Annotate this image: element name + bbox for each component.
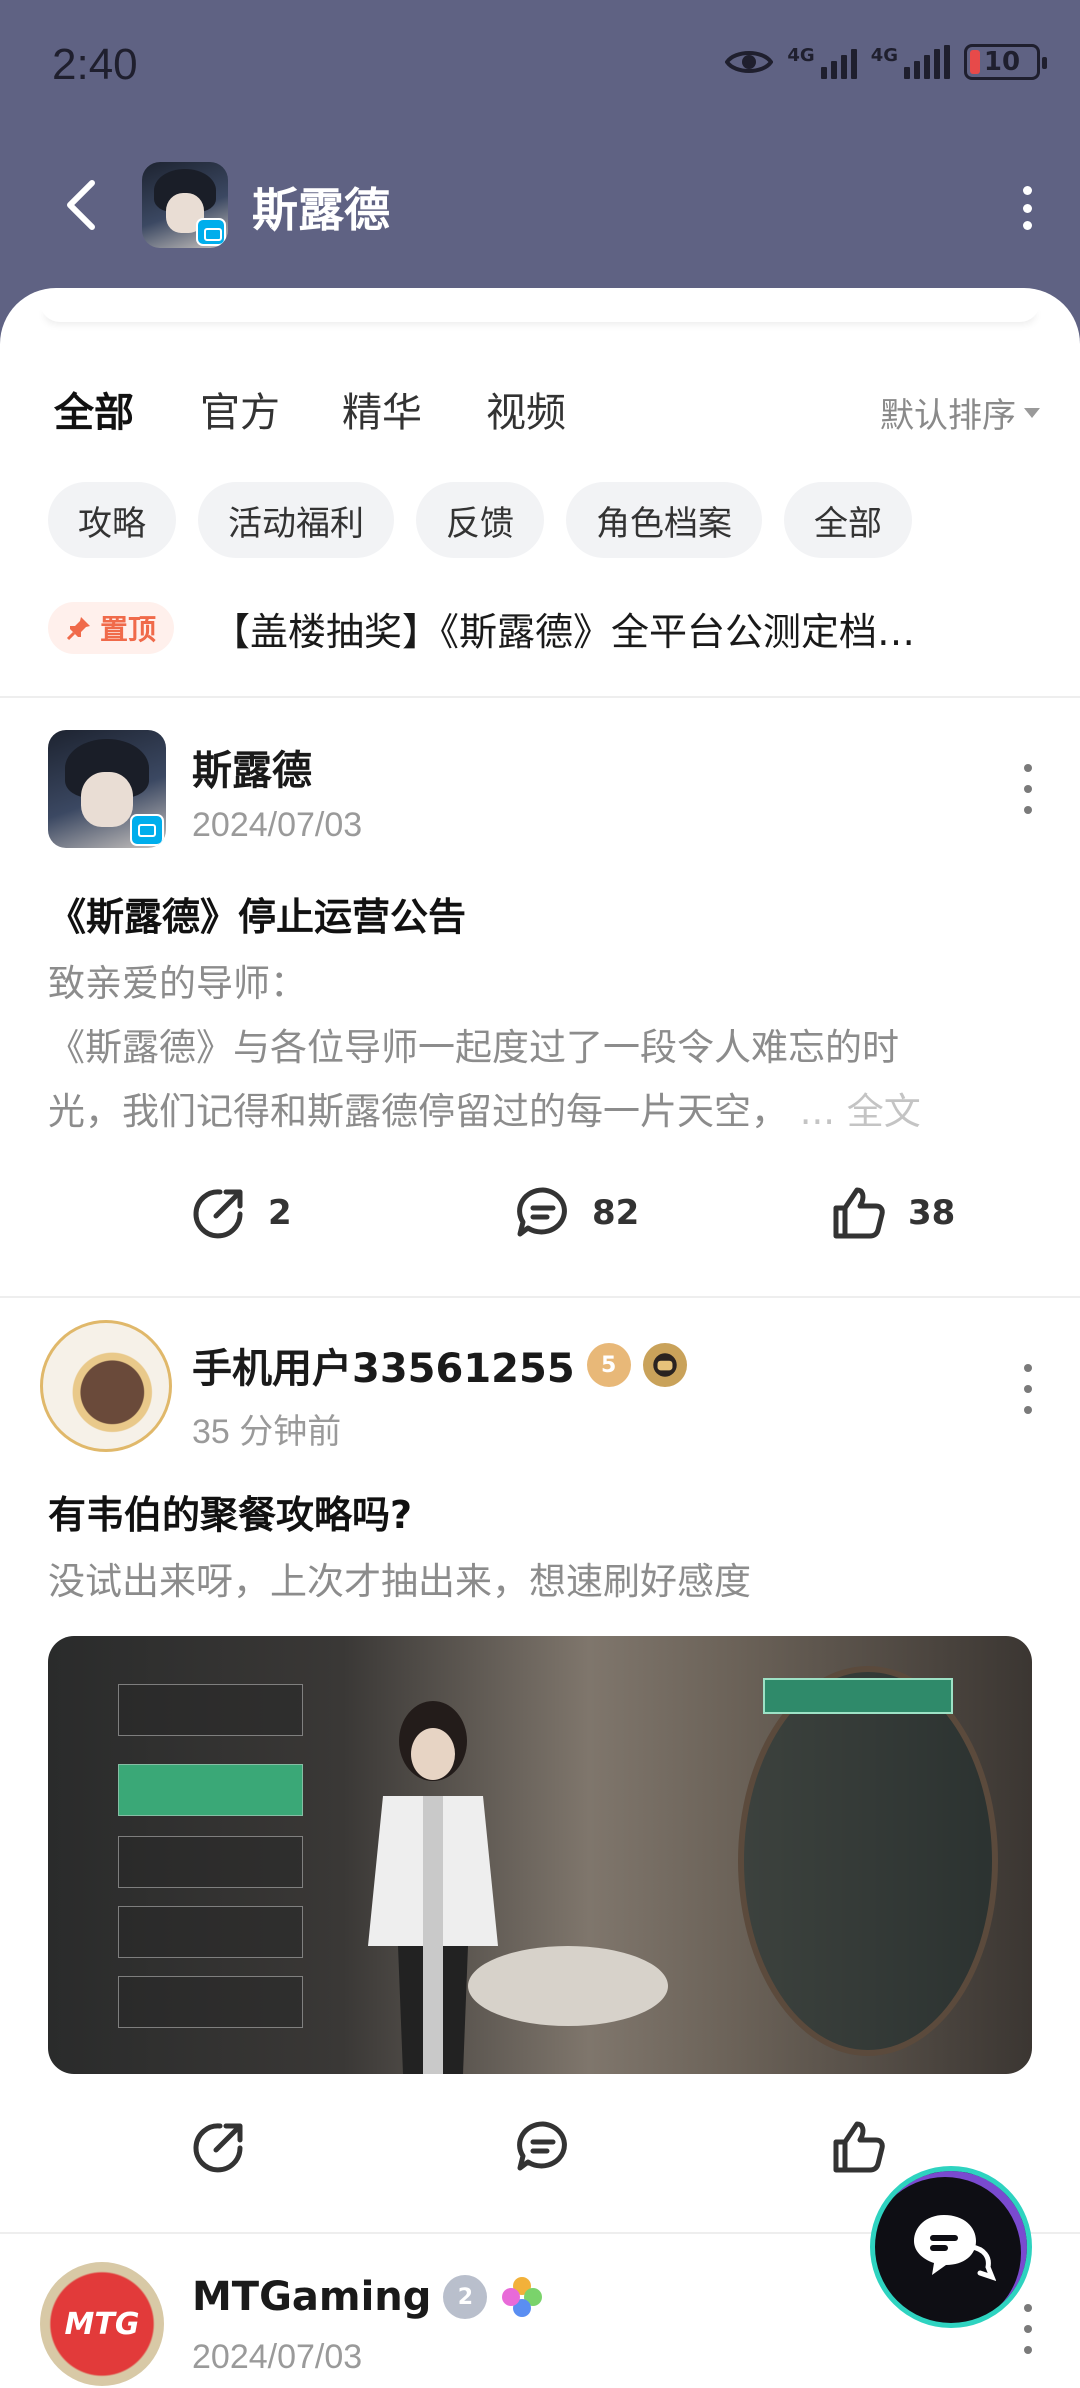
more-options-button[interactable] bbox=[1012, 180, 1042, 236]
caret-down-icon bbox=[1024, 407, 1040, 418]
level-number: 2 bbox=[457, 2284, 474, 2310]
like-count: 38 bbox=[908, 1193, 956, 1233]
author-name-text: 斯露德 bbox=[192, 748, 312, 794]
pinned-post[interactable]: 置顶 【盖楼抽奖】《斯露德》全平台公测定档… bbox=[48, 598, 1048, 658]
image-menu-row bbox=[118, 1976, 303, 2028]
read-more-link[interactable]: ... 全文 bbox=[800, 1090, 921, 1133]
level-badge: 5 bbox=[586, 1343, 631, 1387]
post-more-button[interactable] bbox=[1022, 2304, 1034, 2354]
post-body: 没试出来呀，上次才抽出来，想速刷好感度 bbox=[48, 1560, 751, 1603]
post-screenshot-image[interactable] bbox=[48, 1636, 1032, 2074]
post-more-button[interactable] bbox=[1022, 1364, 1034, 1414]
post-body-line: 光，我们记得和斯露德停留过的每一片天空， ... 全文 bbox=[48, 1090, 921, 1133]
post-divider bbox=[0, 1296, 1080, 1298]
chip-guide[interactable]: 攻略 bbox=[48, 482, 176, 558]
tab-official[interactable]: 官方 bbox=[200, 380, 280, 438]
status-time: 2:40 bbox=[52, 40, 138, 89]
avatar[interactable] bbox=[40, 1320, 172, 1452]
post-date: 2024/07/03 bbox=[192, 806, 363, 844]
chat-bubble-icon bbox=[914, 2215, 996, 2281]
author-name[interactable]: 斯露德 bbox=[192, 738, 312, 796]
pin-badge: 置顶 bbox=[48, 602, 175, 654]
post-body-line: 《斯露德》与各位导师一起度过了一段令人难忘的时 bbox=[48, 1026, 899, 1069]
author-name-text: MTGaming bbox=[192, 2274, 432, 2320]
game-medal-icon bbox=[642, 1343, 687, 1387]
pinned-title: 【盖楼抽奖】《斯露德》全平台公测定档… bbox=[212, 609, 916, 654]
chip-feedback[interactable]: 反馈 bbox=[416, 482, 544, 558]
chat-fab-button[interactable] bbox=[870, 2166, 1032, 2328]
clover-icon bbox=[502, 2277, 543, 2317]
pin-label: 置顶 bbox=[100, 613, 157, 646]
avatar[interactable]: MTG bbox=[40, 2262, 164, 2386]
image-menu-row bbox=[118, 1684, 303, 1736]
post-more-button[interactable] bbox=[1022, 764, 1034, 814]
avatar[interactable] bbox=[48, 730, 166, 848]
author-name[interactable]: 手机用户33561255 5 bbox=[192, 1336, 687, 1394]
section-divider bbox=[0, 696, 1080, 698]
share-icon bbox=[193, 2123, 243, 2173]
video-badge-icon bbox=[196, 218, 226, 246]
chevron-left-icon bbox=[67, 180, 95, 230]
top-nav: 斯露德 bbox=[0, 150, 1080, 260]
comment-icon bbox=[517, 1187, 567, 1237]
status-icons: 4G 4G 10 bbox=[725, 44, 1047, 80]
character-figure bbox=[368, 1701, 498, 2074]
battery-level: 10 bbox=[983, 47, 1021, 77]
post-body: 致亲爱的导师： 《斯露德》与各位导师一起度过了一段令人难忘的时 光，我们记得和斯… bbox=[48, 952, 1038, 1144]
image-green-button bbox=[763, 1678, 953, 1714]
back-button[interactable] bbox=[52, 175, 112, 235]
avatar-logo-text: MTG bbox=[64, 2306, 140, 2342]
chip-characters[interactable]: 角色档案 bbox=[566, 482, 762, 558]
post-title: 《斯露德》停止运营公告 bbox=[48, 895, 467, 939]
post-body-line: 致亲爱的导师： bbox=[48, 962, 307, 1005]
post-title: 有韦伯的聚餐攻略吗? bbox=[48, 1493, 413, 1537]
game-icon[interactable] bbox=[142, 162, 228, 248]
thumbs-up-icon bbox=[833, 1187, 885, 1239]
comment-button[interactable] bbox=[514, 2118, 572, 2176]
image-menu-row bbox=[118, 1836, 303, 1888]
level-badge: 2 bbox=[443, 2275, 488, 2319]
thumbs-up-icon bbox=[833, 2121, 885, 2173]
chip-all[interactable]: 全部 bbox=[784, 482, 912, 558]
sort-label: 默认排序 bbox=[880, 396, 1016, 436]
sort-dropdown[interactable]: 默认排序 bbox=[880, 388, 1040, 437]
comment-icon bbox=[517, 2121, 567, 2171]
tab-bar: 全部 官方 精华 视频 默认排序 bbox=[0, 380, 1080, 450]
signal-icon: 4G bbox=[787, 45, 857, 79]
category-chips: 攻略 活动福利 反馈 角色档案 全部 bbox=[48, 482, 912, 558]
tab-featured[interactable]: 精华 bbox=[342, 380, 422, 438]
signal-icon-2: 4G bbox=[871, 45, 950, 79]
share-button[interactable]: 2 bbox=[190, 1184, 292, 1242]
author-name-text: 手机用户33561255 bbox=[192, 1346, 575, 1392]
search-bar-edge bbox=[40, 302, 1040, 322]
tab-video[interactable]: 视频 bbox=[486, 380, 566, 438]
post-date: 2024/07/03 bbox=[192, 2338, 363, 2376]
author-name[interactable]: MTGaming 2 bbox=[192, 2274, 545, 2320]
comment-button[interactable]: 82 bbox=[514, 1184, 639, 1242]
tab-all[interactable]: 全部 bbox=[54, 380, 134, 438]
eye-icon bbox=[725, 51, 774, 73]
share-icon bbox=[193, 1189, 243, 1239]
table-shape bbox=[468, 1946, 668, 2026]
invite-panel bbox=[738, 1666, 998, 2056]
image-menu-row bbox=[118, 1764, 303, 1816]
like-button[interactable]: 38 bbox=[830, 1184, 955, 1242]
post-date: 35 分钟前 bbox=[192, 1413, 342, 1451]
share-button[interactable] bbox=[190, 2118, 248, 2176]
share-count: 2 bbox=[268, 1193, 292, 1233]
level-number: 5 bbox=[601, 1352, 617, 1378]
video-badge-icon bbox=[130, 814, 164, 846]
status-bar: 2:40 4G 4G 10 bbox=[0, 0, 1080, 130]
image-menu-row bbox=[118, 1906, 303, 1958]
pin-icon bbox=[66, 617, 90, 641]
chip-events[interactable]: 活动福利 bbox=[198, 482, 394, 558]
post-actions: 2 82 38 bbox=[0, 1184, 1080, 1254]
battery-icon: 10 bbox=[964, 44, 1047, 80]
page-title: 斯露德 bbox=[252, 183, 390, 237]
like-button[interactable] bbox=[830, 2118, 888, 2176]
comment-count: 82 bbox=[592, 1193, 640, 1233]
